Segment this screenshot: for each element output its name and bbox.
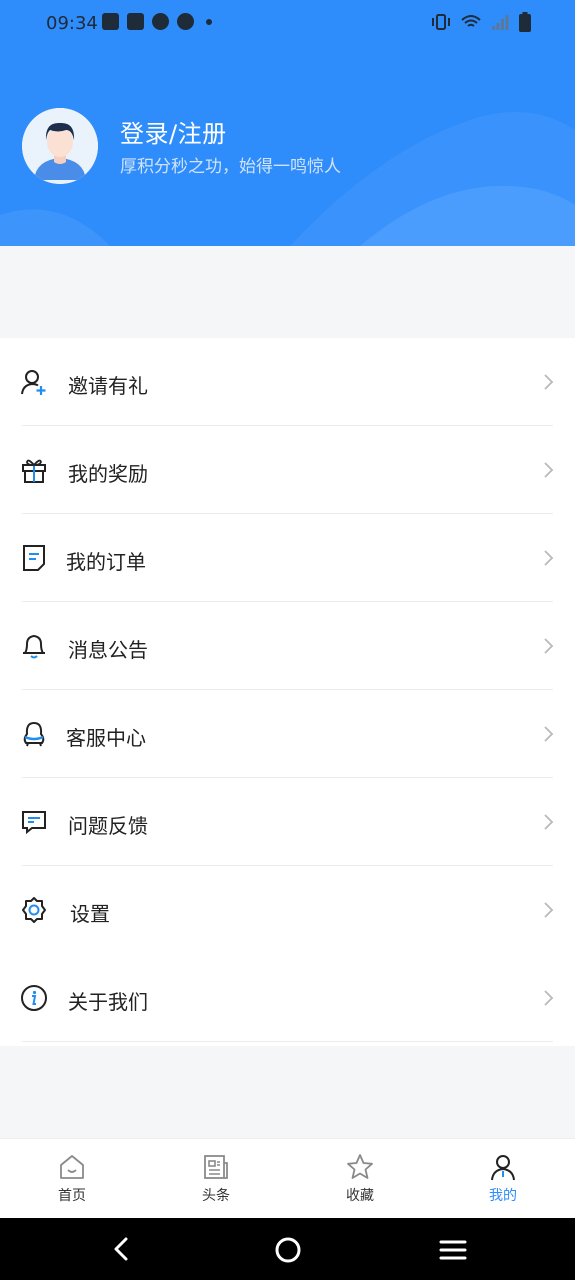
chevron-right-icon xyxy=(544,550,554,566)
feedback-icon xyxy=(22,811,46,835)
vibrate-icon xyxy=(432,14,450,30)
menu-item-label: 关于我们 xyxy=(68,990,148,1014)
back-icon[interactable] xyxy=(110,1236,134,1262)
tab-profile[interactable]: 我的 xyxy=(453,1139,553,1219)
profile-slogan: 厚积分秒之功，始得一鸣惊人 xyxy=(120,157,341,177)
profile-icon xyxy=(491,1155,515,1181)
gear-icon xyxy=(22,897,46,923)
profile-header: 09:34 登录/注册 厚积分秒之功，始得一鸣惊人 xyxy=(0,0,575,246)
system-nav-bar xyxy=(0,1218,575,1280)
app-notification-icon xyxy=(152,13,169,30)
notification-icons xyxy=(102,13,212,30)
bell-icon xyxy=(23,634,45,659)
menu-item-orders[interactable]: 我的订单 xyxy=(0,514,575,602)
tab-favorites[interactable]: 收藏 xyxy=(310,1139,410,1219)
system-icons xyxy=(431,12,531,32)
menu-item-label: 问题反馈 xyxy=(68,814,148,838)
menu-list: 邀请有礼 我的奖励 我的订单 消息公告 客服中心 问题反馈 设置 关于我们 xyxy=(0,338,575,1046)
gift-icon xyxy=(22,459,46,483)
tab-label: 首页 xyxy=(58,1188,86,1204)
home-button-icon[interactable] xyxy=(274,1236,302,1264)
signal-icon xyxy=(492,15,509,30)
battery-icon xyxy=(519,12,531,32)
menu-item-notices[interactable]: 消息公告 xyxy=(0,602,575,690)
tab-label: 收藏 xyxy=(346,1188,374,1204)
menu-item-rewards[interactable]: 我的奖励 xyxy=(0,426,575,514)
menu-item-invite[interactable]: 邀请有礼 xyxy=(0,338,575,426)
info-icon xyxy=(21,985,47,1011)
chevron-right-icon xyxy=(544,814,554,830)
tab-label: 头条 xyxy=(202,1188,230,1204)
menu-item-label: 客服中心 xyxy=(66,726,146,750)
avatar[interactable] xyxy=(22,108,98,184)
menu-item-customer-service[interactable]: 客服中心 xyxy=(0,690,575,778)
chevron-right-icon xyxy=(544,902,554,918)
chevron-right-icon xyxy=(544,990,554,1006)
chevron-right-icon xyxy=(544,462,554,478)
login-register-link[interactable]: 登录/注册 xyxy=(120,114,227,149)
menu-item-settings[interactable]: 设置 xyxy=(0,866,575,954)
status-bar: 09:34 xyxy=(0,0,575,48)
chevron-right-icon xyxy=(544,638,554,654)
menu-item-label: 我的订单 xyxy=(66,550,146,574)
bag-notification-icon xyxy=(102,13,119,30)
home-icon xyxy=(60,1155,84,1179)
divider xyxy=(22,1041,553,1042)
wifi-icon xyxy=(461,15,481,27)
tab-label: 我的 xyxy=(489,1188,517,1204)
menu-item-feedback[interactable]: 问题反馈 xyxy=(0,778,575,866)
menu-item-label: 设置 xyxy=(70,902,110,926)
app-notification-icon xyxy=(177,13,194,30)
menu-item-label: 邀请有礼 xyxy=(68,374,148,398)
tab-headlines[interactable]: 头条 xyxy=(166,1139,266,1219)
menu-item-label: 消息公告 xyxy=(68,638,148,662)
order-icon xyxy=(23,545,45,571)
news-icon xyxy=(204,1155,228,1179)
recent-apps-icon[interactable] xyxy=(439,1238,467,1262)
tab-home[interactable]: 首页 xyxy=(22,1139,122,1219)
menu-item-label: 我的奖励 xyxy=(68,462,148,486)
chevron-right-icon xyxy=(544,726,554,742)
star-icon xyxy=(347,1154,373,1179)
user-avatar-icon xyxy=(22,108,98,184)
status-time: 09:34 xyxy=(46,13,98,34)
chevron-right-icon xyxy=(544,374,554,390)
bottom-tab-bar: 首页 头条 收藏 我的 xyxy=(0,1138,575,1219)
add-user-icon xyxy=(21,370,46,395)
customer-service-icon xyxy=(23,721,45,747)
menu-item-about[interactable]: 关于我们 xyxy=(0,954,575,1042)
bag-notification-icon xyxy=(127,13,144,30)
more-notifications-icon xyxy=(206,18,212,25)
